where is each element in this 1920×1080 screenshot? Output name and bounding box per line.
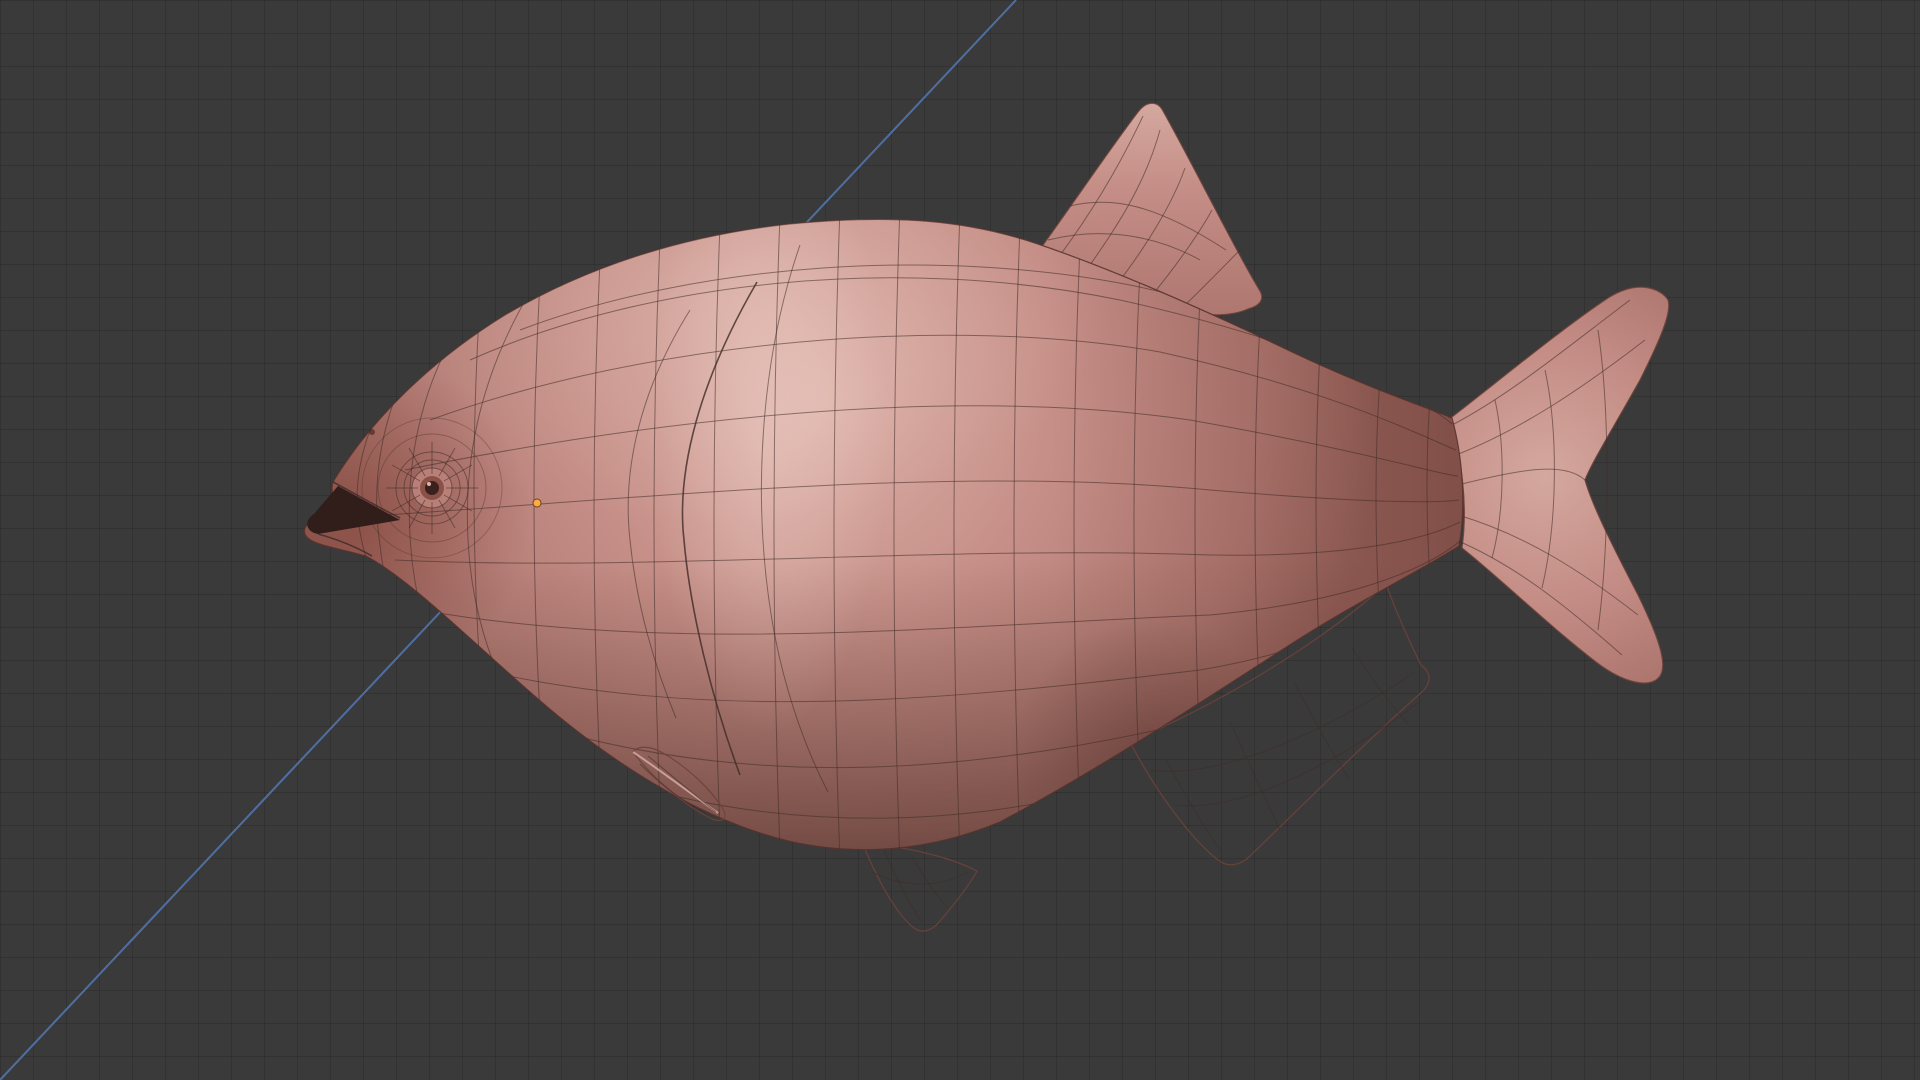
- nostril: [369, 429, 375, 435]
- fish-mesh-object[interactable]: [303, 102, 1670, 932]
- viewport-scene: [0, 0, 1670, 1080]
- object-origin-dot[interactable]: [532, 498, 542, 508]
- eye-highlight: [427, 482, 431, 486]
- fish-body: [303, 218, 1464, 851]
- 3d-viewport[interactable]: [0, 0, 1920, 1080]
- pelvic-fin: [861, 841, 978, 932]
- caudal-fin: [1447, 286, 1670, 684]
